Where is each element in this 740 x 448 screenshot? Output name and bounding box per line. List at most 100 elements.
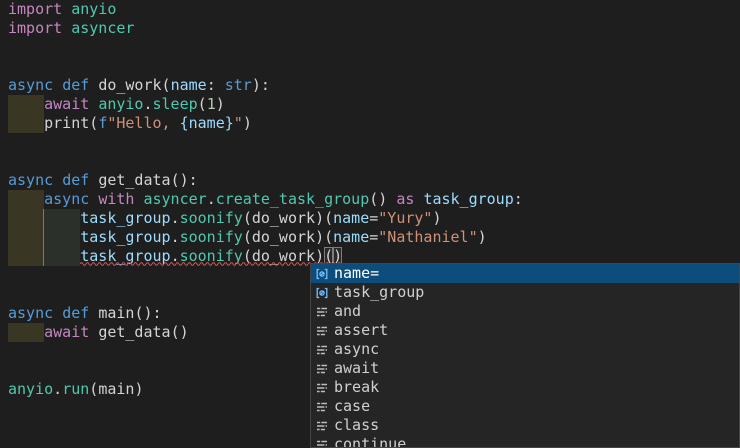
code-line[interactable]	[0, 152, 740, 171]
suggestion-item-selected[interactable]: name=	[311, 264, 739, 283]
code-line[interactable]: task_group.soonify(do_work)(name="Nathan…	[0, 228, 740, 247]
code-token: .	[143, 95, 152, 113]
code-line[interactable]: await anyio.sleep(1)	[0, 95, 740, 114]
code-token	[89, 171, 98, 189]
code-token: anyio	[71, 0, 116, 18]
code-token: def	[62, 304, 89, 322]
code-token: )(	[315, 228, 333, 246]
code-token: (	[89, 114, 98, 132]
code-token: {name}	[180, 114, 234, 132]
suggest-widget: name=task_groupandassertasyncawaitbreakc…	[310, 263, 740, 448]
suggestion-label: break	[334, 378, 379, 397]
keyword-icon	[314, 380, 330, 396]
code-token: soonify	[180, 209, 243, 227]
code-line[interactable]	[0, 57, 740, 76]
code-token	[8, 247, 80, 265]
code-token: task_group	[423, 190, 513, 208]
suggestion-item[interactable]: async	[311, 340, 739, 359]
code-token: (	[89, 380, 98, 398]
code-line[interactable]: async with asyncer.create_task_group() a…	[0, 190, 740, 209]
code-token: )	[432, 209, 441, 227]
code-token: async	[8, 171, 53, 189]
code-token: run	[62, 380, 89, 398]
suggestion-label: name=	[334, 264, 379, 283]
code-token	[62, 0, 71, 18]
code-token: f	[98, 114, 107, 132]
code-token: .	[171, 209, 180, 227]
code-token	[8, 209, 80, 227]
code-token: async	[8, 76, 53, 94]
code-token	[8, 323, 44, 341]
code-line[interactable]: print(f"Hello, {name}")	[0, 114, 740, 133]
suggestion-item[interactable]: class	[311, 416, 739, 435]
code-token	[89, 95, 98, 113]
code-token: "Nathaniel"	[378, 228, 477, 246]
code-token: do_work	[252, 209, 315, 227]
suggestion-label: async	[334, 340, 379, 359]
code-token	[53, 76, 62, 94]
code-line[interactable]: async def do_work(name: str):	[0, 76, 740, 95]
code-token: main	[98, 380, 134, 398]
code-token: ():	[134, 304, 161, 322]
code-line[interactable]	[0, 133, 740, 152]
code-line[interactable]: import anyio	[0, 0, 740, 19]
code-token: )(	[315, 209, 333, 227]
code-token	[8, 190, 44, 208]
code-token: .	[171, 228, 180, 246]
code-token: as	[396, 190, 414, 208]
code-token: sleep	[153, 95, 198, 113]
code-token: (	[243, 228, 252, 246]
code-token: (	[162, 76, 171, 94]
code-token: async	[44, 190, 89, 208]
code-token	[89, 304, 98, 322]
code-token: str	[225, 76, 252, 94]
keyword-icon	[314, 361, 330, 377]
code-token: ):	[252, 76, 270, 94]
code-token: (	[243, 209, 252, 227]
code-token: task_group	[80, 228, 170, 246]
code-token: (	[198, 95, 207, 113]
code-token	[89, 323, 98, 341]
code-token: def	[62, 171, 89, 189]
code-token: get_data	[98, 323, 170, 341]
code-line[interactable]: async def get_data():	[0, 171, 740, 190]
code-token: )	[243, 114, 252, 132]
suggestion-item[interactable]: continue	[311, 435, 739, 448]
code-token: async	[8, 304, 53, 322]
code-token: import	[8, 19, 62, 37]
suggestion-label: assert	[334, 321, 388, 340]
code-line[interactable]	[0, 38, 740, 57]
code-token: get_data	[98, 171, 170, 189]
code-token: )	[478, 228, 487, 246]
suggestion-item[interactable]: assert	[311, 321, 739, 340]
code-token: await	[44, 95, 89, 113]
keyword-icon	[314, 304, 330, 320]
code-token: :	[514, 190, 523, 208]
code-token: asyncer	[143, 190, 206, 208]
suggestion-item[interactable]: and	[311, 302, 739, 321]
code-line[interactable]: import asyncer	[0, 19, 740, 38]
code-token	[89, 190, 98, 208]
suggestion-item[interactable]: case	[311, 397, 739, 416]
code-token: create_task_group	[216, 190, 370, 208]
code-token	[53, 171, 62, 189]
code-token: with	[98, 190, 134, 208]
code-token: ()	[369, 190, 396, 208]
code-token	[8, 228, 80, 246]
code-token	[8, 95, 44, 113]
code-editor: import anyioimport asyncer async def do_w…	[0, 0, 740, 448]
code-token: name	[171, 76, 207, 94]
suggestion-label: class	[334, 416, 379, 435]
suggestion-label: case	[334, 397, 370, 416]
code-line[interactable]: task_group.soonify(do_work)(name="Yury")	[0, 209, 740, 228]
code-token: name	[333, 228, 369, 246]
variable-icon	[314, 285, 330, 301]
code-token: )	[216, 95, 225, 113]
code-token: name	[333, 209, 369, 227]
suggestion-item[interactable]: task_group	[311, 283, 739, 302]
code-token: print	[44, 114, 89, 132]
suggestion-item[interactable]: await	[311, 359, 739, 378]
keyword-icon	[314, 437, 330, 448]
suggestion-item[interactable]: break	[311, 378, 739, 397]
code-token: asyncer	[71, 19, 134, 37]
